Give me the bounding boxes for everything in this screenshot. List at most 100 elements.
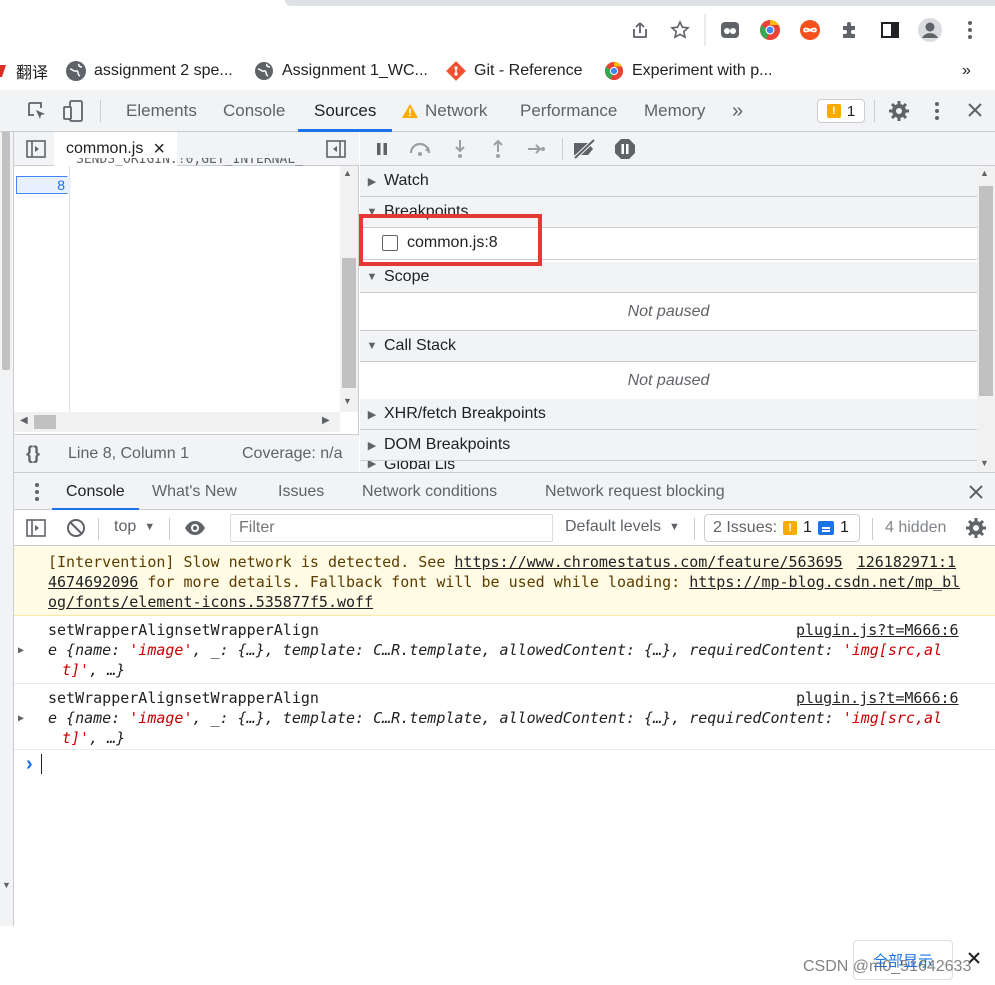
scroll-up-arrow-icon[interactable]: ▲ (980, 168, 989, 178)
expand-object-triangle-icon[interactable]: ▶ (18, 709, 24, 729)
bookmark-assignment-2[interactable]: assignment 2 spe... (66, 60, 233, 82)
step-icon[interactable] (526, 141, 546, 162)
scroll-down-arrow-icon[interactable]: ▼ (980, 458, 989, 468)
bookmark-git-reference[interactable]: Git - Reference (446, 60, 582, 82)
profile-avatar-icon[interactable] (916, 16, 944, 44)
extensions-puzzle-icon[interactable] (836, 16, 864, 44)
devtools-menu-icon[interactable] (934, 101, 940, 126)
scroll-down-arrow-icon[interactable]: ▼ (343, 396, 352, 406)
context-selector[interactable]: top ▼ (114, 518, 155, 536)
step-over-icon[interactable] (408, 141, 434, 162)
editor-horizontal-scrollbar[interactable]: ◀ ▶ (14, 412, 340, 432)
tab-console[interactable]: Console (223, 90, 285, 132)
global-listeners-section-header[interactable]: ▶ Global Lis (360, 461, 977, 472)
deactivate-breakpoints-icon[interactable] (572, 138, 598, 165)
section-title: Watch (384, 172, 429, 189)
sidebar-scrollbar-thumb[interactable] (979, 186, 993, 396)
drawer-tab-network-conditions[interactable]: Network conditions (362, 473, 497, 511)
bookmark-label: 翻译 (16, 65, 49, 82)
star-icon[interactable] (666, 16, 694, 44)
tab-network[interactable]: Network (401, 90, 487, 132)
bookmark-label: Git - Reference (474, 62, 583, 79)
tab-search-icon[interactable] (716, 16, 744, 44)
close-devtools-icon[interactable] (966, 101, 984, 124)
share-icon[interactable] (626, 16, 654, 44)
log-source-link[interactable]: plugin.js?t=M666:6 (796, 620, 959, 640)
pause-icon[interactable] (374, 141, 390, 162)
toolbar-divider (98, 518, 99, 540)
clear-console-icon[interactable] (66, 518, 86, 543)
console-sidebar-toggle-icon[interactable] (26, 518, 46, 543)
tab-performance[interactable]: Performance (520, 90, 617, 132)
close-drawer-icon[interactable] (967, 483, 985, 506)
breakpoint-line-marker[interactable]: 8 (16, 176, 74, 194)
bookmark-translate[interactable]: 翻译 (0, 60, 48, 82)
pretty-print-button[interactable]: {} (26, 443, 40, 464)
side-panel-icon[interactable] (876, 16, 904, 44)
console-prompt-line[interactable]: › (26, 752, 43, 776)
log-object-line[interactable]: ▶ e {name: 'image', _: {…}, template: C…… (18, 640, 995, 660)
settings-gear-icon[interactable] (888, 100, 910, 127)
translate-icon (0, 65, 6, 77)
toolbar-divider (562, 138, 563, 160)
scroll-up-arrow-icon[interactable]: ▲ (343, 168, 352, 178)
page-scrollbar-thumb[interactable] (2, 110, 10, 370)
sidebar-scrollbar[interactable]: ▲ ▼ (977, 166, 995, 472)
watch-section-header[interactable]: ▶ Watch (360, 166, 977, 197)
console-settings-gear-icon[interactable] (965, 517, 987, 544)
bookmark-assignment-1[interactable]: Assignment 1_WC... (254, 60, 428, 82)
bookmarks-overflow-button[interactable]: » (962, 60, 971, 82)
drawer-menu-icon[interactable] (34, 482, 40, 507)
log-source-link[interactable]: plugin.js?t=M666:6 (796, 688, 959, 708)
step-out-icon[interactable] (490, 139, 506, 164)
warning-source-link-cont[interactable]: 4674692096 (48, 573, 138, 591)
warning-source-link[interactable]: 126182971:1 (857, 553, 956, 571)
issues-badge-button[interactable]: ! 1 (817, 99, 865, 123)
scroll-right-arrow-icon[interactable]: ▶ (322, 415, 330, 426)
step-into-icon[interactable] (452, 139, 468, 164)
object-preview-suffix: , …} (89, 729, 126, 747)
issues-counter-button[interactable]: 2 Issues: ! 1 1 (704, 514, 860, 542)
pause-on-exceptions-icon[interactable] (614, 138, 636, 165)
log-levels-dropdown[interactable]: Default levels ▼ (565, 518, 680, 536)
scroll-down-arrow-icon[interactable]: ▼ (2, 880, 11, 890)
chromestatus-link[interactable]: https://www.chromestatus.com/feature/563… (454, 553, 842, 571)
editor-hscroll-thumb[interactable] (34, 415, 56, 429)
drawer-tab-issues[interactable]: Issues (278, 473, 324, 511)
infinity-extension-icon[interactable] (796, 16, 824, 44)
browser-menu-icon[interactable] (956, 16, 984, 44)
toggle-navigator-icon[interactable] (26, 139, 46, 164)
scope-section-header[interactable]: ▼ Scope (360, 262, 977, 293)
log-object-line[interactable]: ▶ e {name: 'image', _: {…}, template: C…… (18, 708, 995, 728)
bookmark-experiment[interactable]: Experiment with p... (604, 60, 773, 82)
editor-vertical-scrollbar[interactable]: ▲ ▼ (340, 166, 358, 412)
live-expression-eye-icon[interactable] (184, 519, 206, 542)
console-log-message: setWrapperAlignsetWrapperAlign plugin.js… (14, 616, 995, 684)
font-link-cont[interactable]: og/fonts/element-icons.535877f5.woff (48, 593, 373, 611)
csdn-watermark: CSDN @m0_51642633 (803, 958, 972, 975)
tab-network-label: Network (425, 101, 488, 120)
tab-sources[interactable]: Sources (298, 90, 393, 132)
drawer-tab-console[interactable]: Console (52, 473, 139, 511)
tab-memory[interactable]: Memory (644, 90, 705, 132)
font-link[interactable]: https://mp-blog.csdn.net/mp_bl (689, 573, 960, 591)
more-tabs-button[interactable]: » (732, 90, 743, 132)
scroll-left-arrow-icon[interactable]: ◀ (20, 415, 28, 426)
call-stack-section-header[interactable]: ▼ Call Stack (360, 331, 977, 362)
dom-breakpoints-section-header[interactable]: ▶ DOM Breakpoints (360, 430, 977, 461)
issues-badge-count: 1 (846, 102, 856, 120)
xhr-breakpoints-section-header[interactable]: ▶ XHR/fetch Breakpoints (360, 399, 977, 430)
editor-scrollbar-thumb[interactable] (342, 258, 356, 388)
inspect-element-icon[interactable] (26, 100, 48, 127)
device-toggle-icon[interactable] (62, 99, 84, 128)
expand-object-triangle-icon[interactable]: ▶ (18, 641, 24, 661)
console-output[interactable]: [Intervention] Slow network is detected.… (14, 546, 995, 926)
console-filter-input[interactable] (230, 514, 553, 542)
object-preview-prefix: e {name: (48, 641, 130, 659)
log-object-line-cont: t]', …} (48, 660, 995, 680)
code-editor[interactable] (71, 166, 340, 412)
tab-elements[interactable]: Elements (126, 90, 197, 132)
drawer-tab-network-request-blocking[interactable]: Network request blocking (545, 473, 725, 511)
chrome-extension-icon[interactable] (756, 16, 784, 44)
drawer-tab-whats-new[interactable]: What's New (152, 473, 237, 511)
